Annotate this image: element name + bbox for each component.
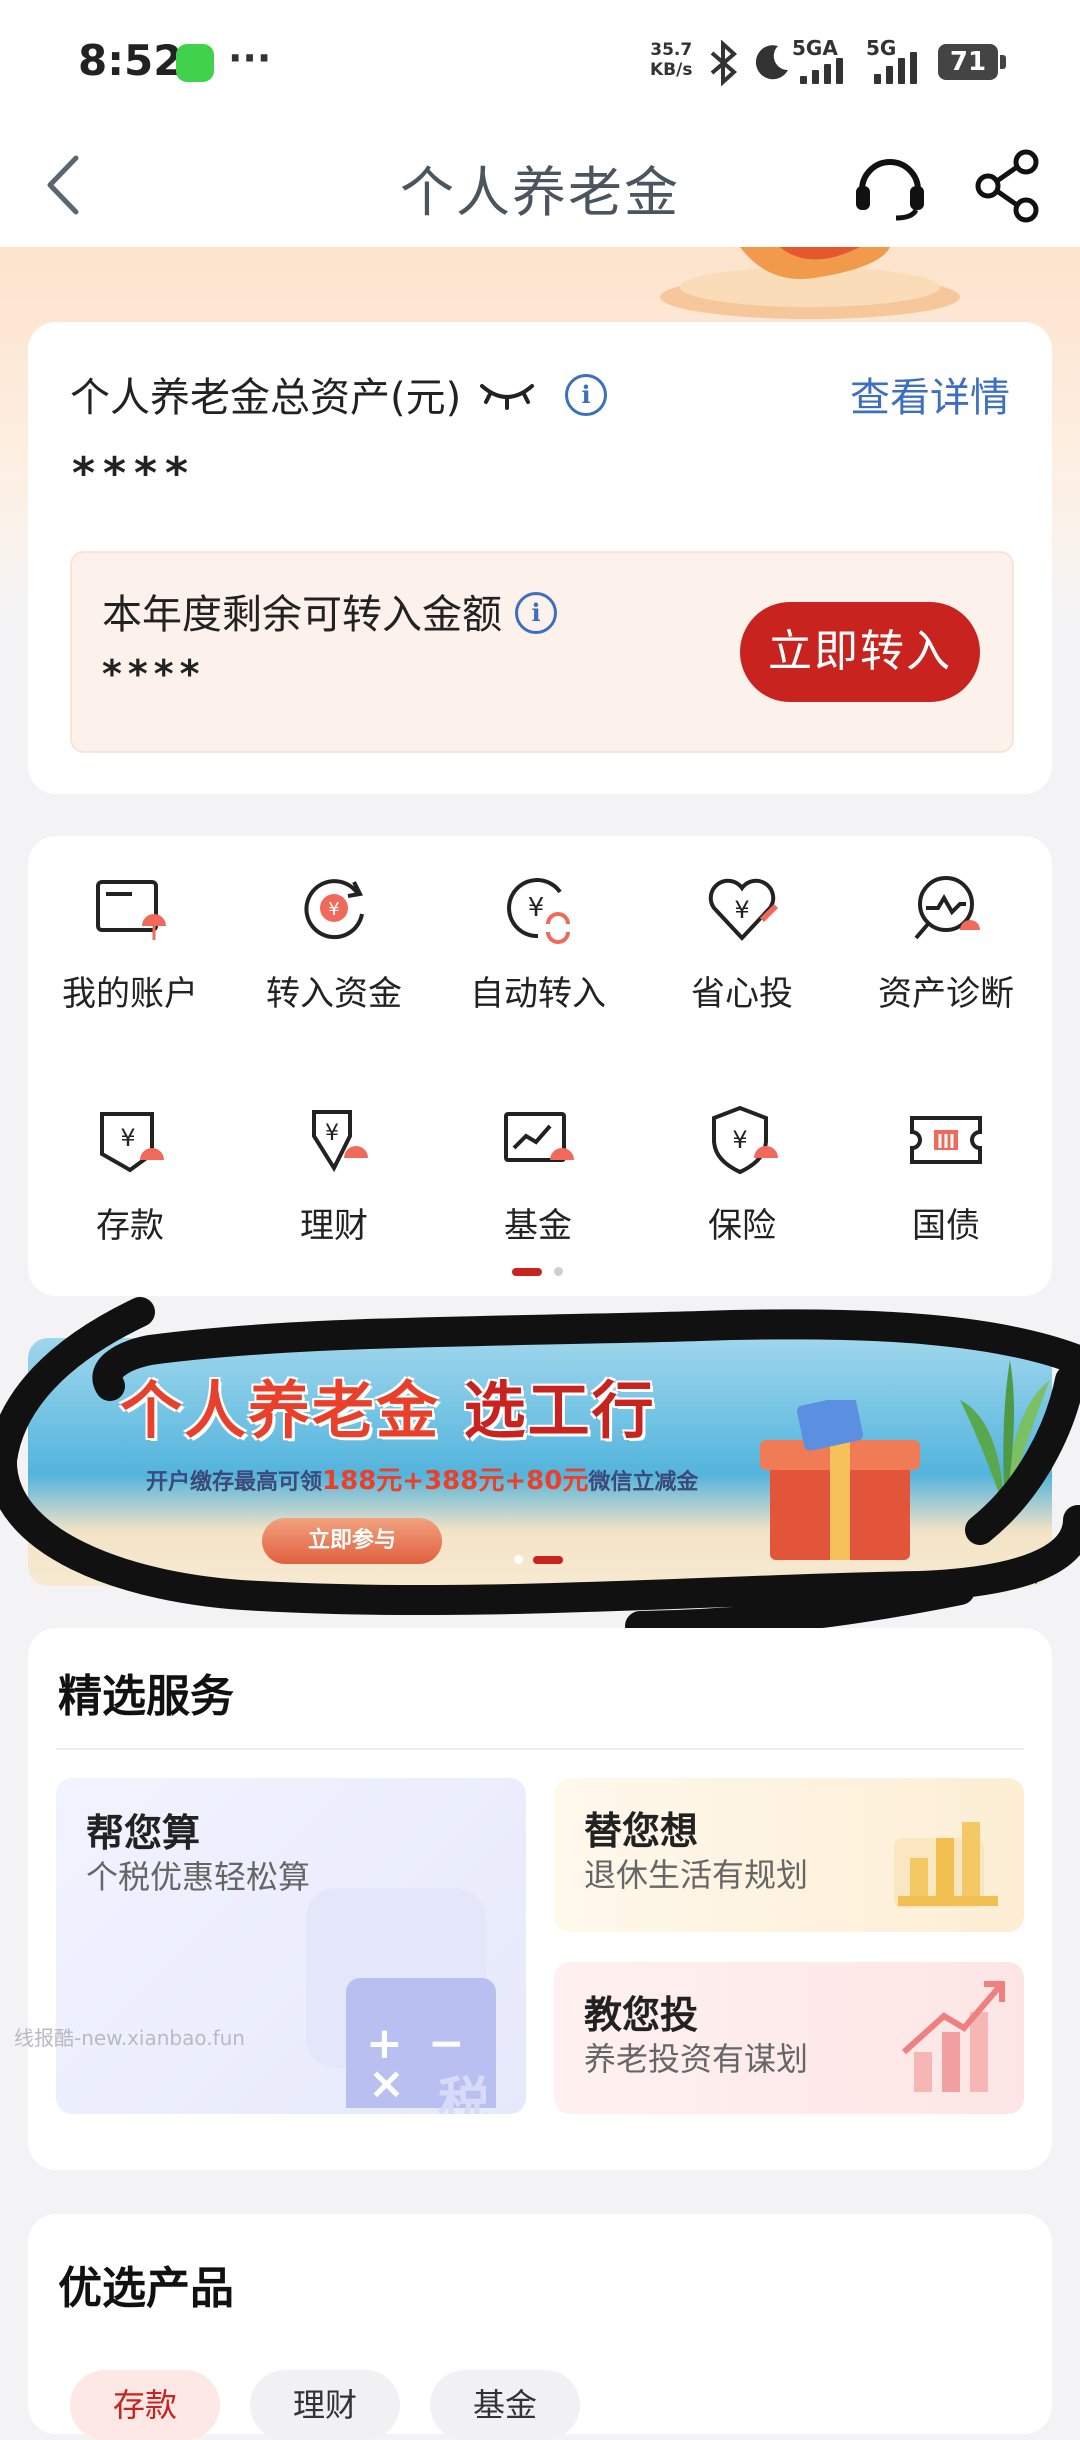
divider [56, 1748, 1024, 1750]
page-dot [554, 1267, 563, 1276]
service-calculate[interactable]: 帮您算 个税优惠轻松算 + − × 税 [56, 1778, 526, 2114]
shortcut-label: 保险 [708, 1206, 776, 1246]
shortcut-label: 转入资金 [266, 974, 402, 1014]
shortcut-deposit[interactable]: ¥ 存款 [28, 1100, 232, 1247]
tab-fund[interactable]: 基金 [430, 2370, 580, 2440]
share-icon[interactable] [972, 148, 1042, 224]
total-assets-value: **** [72, 448, 197, 499]
products-title: 优选产品 [58, 2263, 234, 2314]
shortcut-treasury-bond[interactable]: 国债 [844, 1100, 1048, 1247]
svg-text:¥: ¥ [120, 1124, 135, 1152]
network-speed: 35.7 KB/s [650, 40, 692, 80]
heart-yuan-icon: ¥ [708, 878, 778, 941]
growth-chart-icon [901, 1981, 1005, 2092]
bar-chart-icon [894, 1822, 998, 1908]
transfer-now-button[interactable]: 立即转入 [740, 602, 980, 702]
featured-services-title: 精选服务 [58, 1671, 234, 1722]
service-desc: 退休生活有规划 [584, 1856, 809, 1894]
message-app-icon [176, 44, 214, 82]
signal-bars-1-icon [800, 58, 843, 84]
remaining-transfer-label: 本年度剩余可转入金额 [102, 592, 502, 638]
view-details-link[interactable]: 查看详情 [850, 365, 1010, 423]
shortcut-label: 资产诊断 [878, 974, 1014, 1014]
diagnosis-icon [914, 876, 980, 940]
bond-ticket-icon [910, 1116, 982, 1164]
shortcut-wealth[interactable]: ¥ 理财 [232, 1100, 436, 1247]
shortcut-label: 省心投 [691, 974, 793, 1014]
shortcut-asset-diagnosis[interactable]: 资产诊断 [844, 868, 1048, 1015]
shortcut-label: 理财 [300, 1206, 368, 1246]
shortcut-worry-free-invest[interactable]: ¥ 省心投 [640, 868, 844, 1015]
total-assets-label: 个人养老金总资产(元) [70, 375, 462, 421]
insurance-shield-icon: ¥ [712, 1105, 778, 1175]
status-time: 8:52 [78, 36, 183, 85]
svg-text:¥: ¥ [732, 1126, 747, 1154]
more-notifications-icon: ··· [228, 36, 272, 80]
network-speed-unit: KB/s [650, 60, 693, 80]
shortcut-label: 存款 [96, 1206, 164, 1246]
svg-text:¥: ¥ [528, 893, 545, 923]
do-not-disturb-moon-icon [755, 45, 788, 80]
service-name: 替您想 [584, 1809, 699, 1853]
shortcut-label: 国债 [912, 1206, 980, 1246]
shortcut-my-account[interactable]: 我的账户 [28, 868, 232, 1015]
headset-icon[interactable] [852, 150, 928, 222]
shortcut-label: 自动转入 [470, 974, 606, 1014]
signal-bars-2-icon [874, 52, 917, 84]
shortcut-auto-transfer[interactable]: ¥ 自动转入 [436, 868, 640, 1015]
shortcut-fund[interactable]: 基金 [436, 1100, 640, 1247]
auto-transfer-icon: ¥ [507, 878, 570, 944]
shortcut-insurance[interactable]: ¥ 保险 [640, 1100, 844, 1247]
account-card-icon [96, 880, 166, 940]
deposit-icon: ¥ [100, 1112, 164, 1173]
service-invest[interactable]: 教您投 养老投资有谋划 [554, 1962, 1024, 2114]
service-name: 教您投 [584, 1993, 699, 2037]
info-icon[interactable]: i [515, 592, 557, 634]
shortcut-page-indicator [512, 1261, 563, 1280]
remaining-transfer-value: **** [102, 652, 206, 696]
shortcut-label: 我的账户 [62, 974, 198, 1014]
eye-closed-icon[interactable] [478, 378, 536, 412]
calc-tax-glyph: 税 [438, 2073, 491, 2114]
tab-deposit[interactable]: 存款 [70, 2370, 220, 2440]
info-icon[interactable]: i [565, 374, 607, 416]
network-type-1: 5GA [792, 36, 838, 60]
svg-text:¥: ¥ [328, 899, 339, 920]
service-desc: 个税优惠轻松算 [86, 1858, 311, 1896]
svg-text:¥: ¥ [325, 1121, 339, 1146]
yuan-cycle-icon: ¥ [304, 879, 364, 940]
fund-chart-icon [504, 1112, 574, 1162]
service-desc: 养老投资有谋划 [584, 2040, 809, 2078]
battery-icon: 71 [938, 44, 1006, 80]
shortcut-transfer-funds[interactable]: ¥ 转入资金 [232, 868, 436, 1015]
service-plan[interactable]: 替您想 退休生活有规划 [554, 1778, 1024, 1932]
calc-times-glyph: × [368, 2058, 405, 2109]
svg-text:¥: ¥ [734, 896, 749, 924]
podium-decoration-icon [660, 247, 960, 319]
shortcut-label: 基金 [504, 1206, 572, 1246]
bluetooth-icon [710, 40, 738, 86]
tab-wealth[interactable]: 理财 [250, 2370, 400, 2440]
wealth-icon: ¥ [312, 1110, 368, 1173]
watermark-text: 线报酷-new.xianbao.fun [14, 2026, 245, 2050]
network-speed-value: 35.7 [650, 40, 693, 60]
page-dot-active [512, 1267, 542, 1276]
service-name: 帮您算 [86, 1811, 201, 1855]
